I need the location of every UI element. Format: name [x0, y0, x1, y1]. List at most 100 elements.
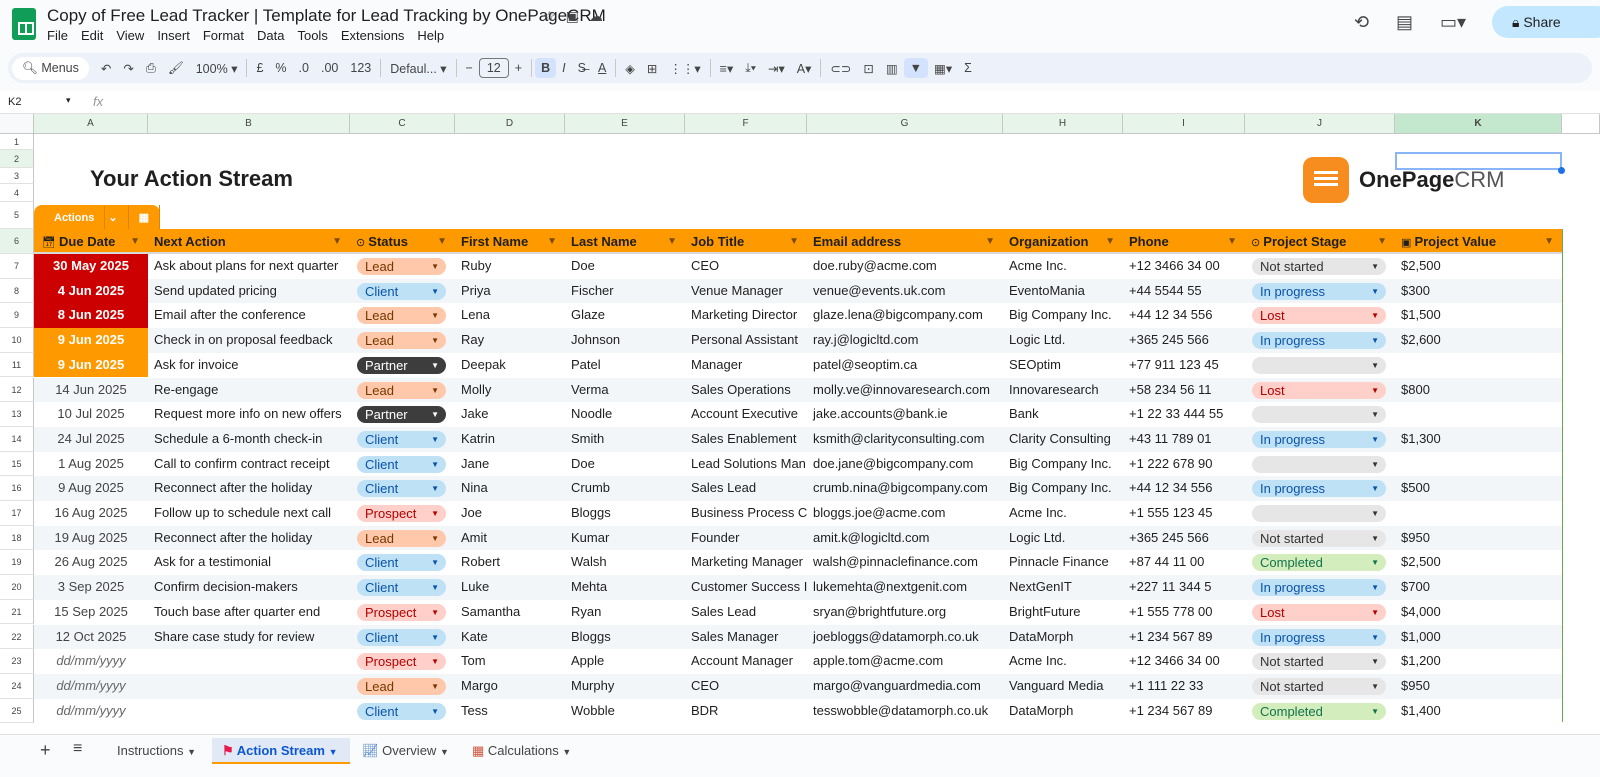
table-cell[interactable]: $2,500 — [1395, 550, 1562, 575]
project-stage-dropdown[interactable]: Not started ▼ — [1252, 258, 1386, 275]
project-stage-dropdown[interactable]: Lost ▼ — [1252, 307, 1386, 325]
name-box-dropdown-icon[interactable]: ▾ — [66, 95, 71, 106]
table-cell[interactable]: Acme Inc. — [1003, 501, 1123, 526]
table-cell[interactable]: Follow up to schedule next call — [148, 501, 350, 526]
column-header-c[interactable]: C — [350, 114, 455, 134]
table-cell[interactable]: +44 5544 55 — [1123, 279, 1245, 304]
decrease-decimal-button[interactable]: .0 — [293, 58, 315, 78]
table-cell[interactable]: $500 — [1395, 476, 1562, 501]
fill-handle[interactable] — [1558, 167, 1565, 174]
due-date-cell[interactable]: 15 Sep 2025 — [34, 600, 148, 625]
table-cell[interactable]: Check in on proposal feedback — [148, 328, 350, 353]
table-cell[interactable]: venue@events.uk.com — [807, 279, 1003, 304]
table-cell[interactable]: Doe — [565, 254, 685, 279]
header-job-title[interactable]: Job Title ▼ — [685, 229, 807, 254]
table-cell[interactable]: ksmith@clarityconsulting.com — [807, 427, 1003, 452]
table-cell[interactable]: Customer Success I — [685, 575, 807, 600]
project-stage-dropdown[interactable]: Completed ▼ — [1252, 554, 1386, 572]
project-stage-dropdown[interactable]: Lost ▼ — [1252, 603, 1386, 621]
table-cell[interactable]: Reconnect after the holiday — [148, 476, 350, 501]
row-header-24[interactable]: 24 — [0, 673, 34, 699]
text-wrap-icon[interactable]: ⇥▾ — [762, 58, 791, 79]
row-header-20[interactable]: 20 — [0, 575, 34, 600]
project-stage-dropdown[interactable]: ▼ — [1252, 356, 1386, 374]
table-cell[interactable]: Marketing Director — [685, 303, 807, 328]
header-project-value[interactable]: ▣ Project Value ▼ — [1395, 229, 1562, 254]
table-cell[interactable]: +365 245 566 — [1123, 526, 1245, 551]
table-cell[interactable]: +12 3466 34 00 — [1123, 649, 1245, 674]
row-header-6[interactable]: 6 — [0, 229, 34, 254]
project-stage-dropdown[interactable]: Not started ▼ — [1252, 653, 1386, 671]
project-stage-dropdown[interactable]: In progress ▼ — [1252, 579, 1386, 597]
table-cell[interactable]: Ray — [455, 328, 565, 353]
table-cell[interactable]: tesswobble@datamorph.co.uk — [807, 699, 1003, 724]
column-header-j[interactable]: J — [1245, 114, 1395, 134]
table-cell[interactable]: Sales Lead — [685, 600, 807, 625]
row-header-9[interactable]: 9 — [0, 303, 34, 329]
table-cell[interactable]: Smith — [565, 427, 685, 452]
project-stage-dropdown[interactable]: Not started ▼ — [1252, 677, 1386, 695]
name-box[interactable]: K2 — [8, 96, 21, 108]
project-stage-dropdown[interactable]: In progress ▼ — [1252, 282, 1386, 300]
menu-extensions[interactable]: Extensions — [341, 28, 405, 43]
due-date-cell[interactable]: 9 Jun 2025 — [34, 352, 148, 378]
due-date-cell[interactable]: dd/mm/yyyy — [34, 674, 148, 699]
star-icon[interactable]: ☆ — [543, 8, 566, 24]
filter-icon[interactable]: ▼ — [1544, 229, 1554, 254]
table-cell[interactable]: +1 555 123 45 — [1123, 501, 1245, 526]
table-cell[interactable]: Sales Operations — [685, 378, 807, 403]
sheet-tab-action-stream[interactable]: ⚑ Action Stream ▼ — [212, 738, 350, 764]
table-cell[interactable]: Wobble — [565, 699, 685, 724]
header-first-name[interactable]: First Name ▼ — [455, 229, 565, 254]
status-dropdown[interactable]: Prospect ▼ — [357, 653, 446, 671]
status-dropdown[interactable]: Partner ▼ — [357, 356, 446, 374]
column-header-b[interactable]: B — [148, 114, 350, 134]
table-cell[interactable]: bloggs.joe@acme.com — [807, 501, 1003, 526]
table-cell[interactable]: +365 245 566 — [1123, 328, 1245, 353]
due-date-cell[interactable]: 12 Oct 2025 — [34, 625, 148, 650]
table-cell[interactable]: CEO — [685, 674, 807, 699]
formula-input[interactable] — [115, 93, 1595, 111]
table-cell[interactable]: BDR — [685, 699, 807, 724]
table-cell[interactable]: Big Company Inc. — [1003, 303, 1123, 328]
project-stage-dropdown[interactable]: Not started ▼ — [1252, 529, 1386, 547]
due-date-cell[interactable]: 10 Jul 2025 — [34, 402, 148, 427]
table-cell[interactable] — [148, 674, 350, 699]
tab-menu-chevron-icon[interactable]: ▼ — [187, 747, 196, 757]
table-cell[interactable]: +58 234 56 11 — [1123, 378, 1245, 403]
increase-font-size-icon[interactable]: + — [509, 58, 528, 78]
table-cell[interactable]: Apple — [565, 649, 685, 674]
header-phone[interactable]: Phone ▼ — [1123, 229, 1245, 254]
table-cell[interactable]: $800 — [1395, 378, 1562, 403]
column-header-e[interactable]: E — [565, 114, 685, 134]
table-cell[interactable]: molly.ve@innovaresearch.com — [807, 378, 1003, 403]
table-cell[interactable]: Deepak — [455, 353, 565, 378]
table-cell[interactable]: SEOptim — [1003, 353, 1123, 378]
table-cell[interactable]: Bloggs — [565, 625, 685, 650]
table-cell[interactable]: CEO — [685, 254, 807, 279]
table-cell[interactable]: +1 555 778 00 — [1123, 600, 1245, 625]
menu-help[interactable]: Help — [417, 28, 444, 43]
status-dropdown[interactable]: Client ▼ — [357, 579, 446, 597]
menu-view[interactable]: View — [116, 28, 144, 43]
table-cell[interactable]: $700 — [1395, 575, 1562, 600]
table-cell[interactable]: Share case study for review — [148, 625, 350, 650]
table-cell[interactable]: margo@vanguardmedia.com — [807, 674, 1003, 699]
table-cell[interactable]: Amit — [455, 526, 565, 551]
due-date-cell[interactable]: 30 May 2025 — [34, 254, 148, 279]
row-header-21[interactable]: 21 — [0, 599, 34, 625]
table-cell[interactable]: Nina — [455, 476, 565, 501]
table-cell[interactable]: Jake — [455, 402, 565, 427]
menu-edit[interactable]: Edit — [81, 28, 103, 43]
table-cell[interactable]: Priya — [455, 279, 565, 304]
filter-icon[interactable]: ▼ — [903, 58, 929, 78]
row-header-14[interactable]: 14 — [0, 426, 34, 452]
table-cell[interactable]: Account Manager — [685, 649, 807, 674]
sheet-tab-instructions[interactable]: Instructions ▼ — [107, 738, 212, 764]
project-stage-dropdown[interactable]: ▼ — [1252, 455, 1386, 473]
table-cell[interactable]: Logic Ltd. — [1003, 328, 1123, 353]
project-stage-dropdown[interactable]: Completed ▼ — [1252, 702, 1386, 720]
table-cell[interactable]: walsh@pinnaclefinance.com — [807, 550, 1003, 575]
select-all-corner[interactable] — [0, 114, 34, 134]
table-cell[interactable]: apple.tom@acme.com — [807, 649, 1003, 674]
